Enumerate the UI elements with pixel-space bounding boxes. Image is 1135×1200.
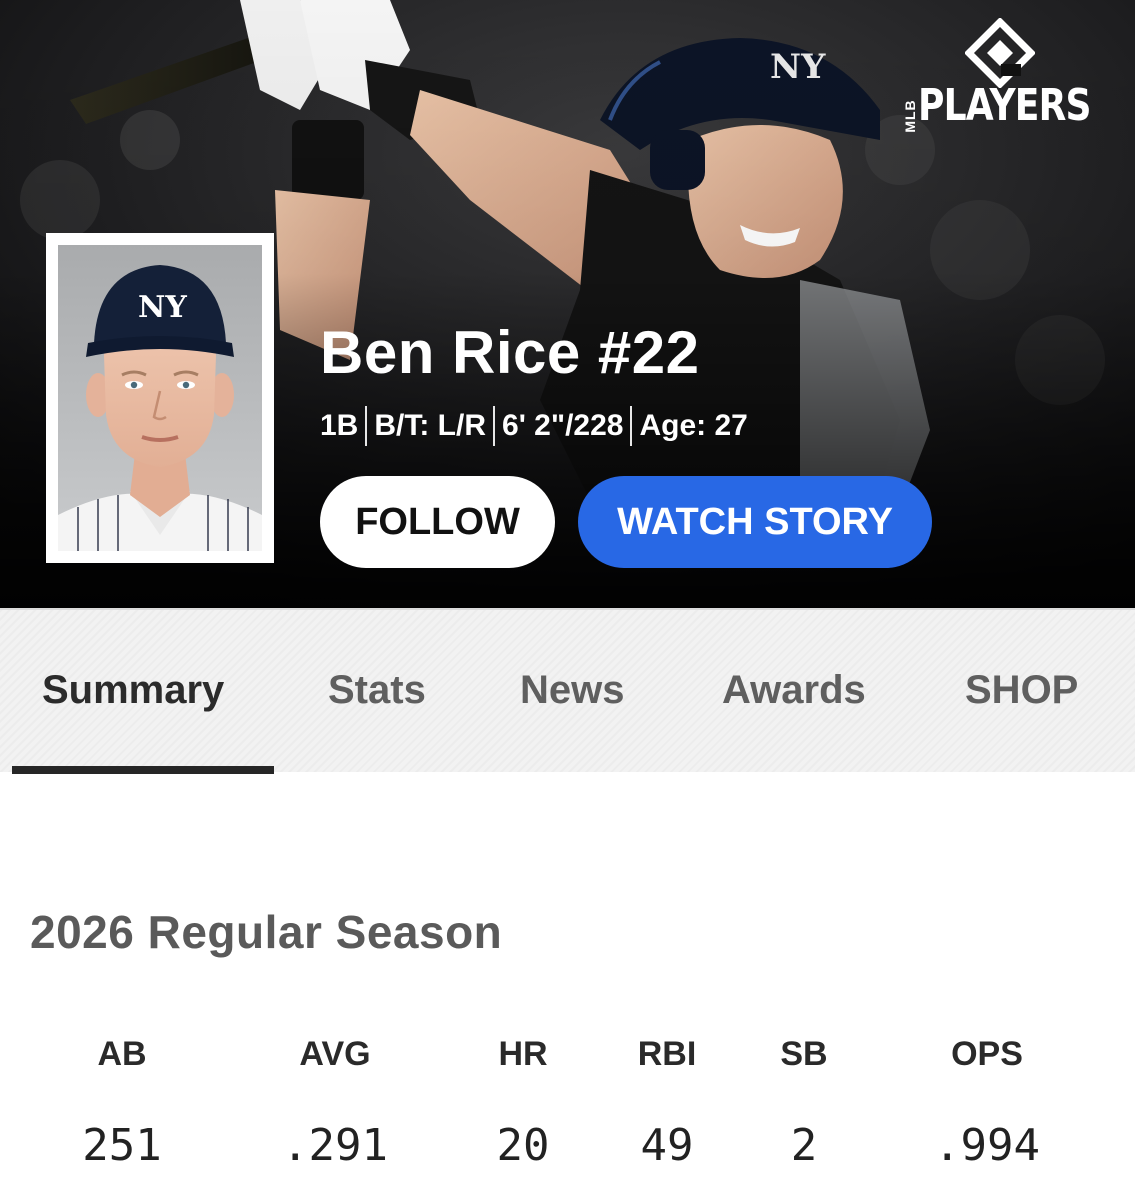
mlb-players-logo: MLB PLAYERS bbox=[900, 18, 1115, 133]
bio-position: 1B bbox=[320, 409, 359, 442]
bio-bats-throws: B/T: L/R bbox=[374, 409, 487, 442]
player-headshot: NY bbox=[46, 233, 274, 563]
stat-value: 251 bbox=[82, 1120, 162, 1171]
tab-bar: Summary Stats News Awards SHOP bbox=[0, 608, 1135, 774]
brand-small-text: MLB bbox=[902, 99, 918, 133]
bio-divider bbox=[365, 406, 368, 446]
tab-stats[interactable]: Stats bbox=[328, 668, 426, 713]
player-hero: NY MLB PLAYERS bbox=[0, 0, 1135, 608]
tab-news[interactable]: News bbox=[520, 668, 625, 713]
headshot-image: NY bbox=[58, 245, 262, 551]
stat-avg: AVG .291 bbox=[235, 1034, 435, 1171]
mlb-players-shield-icon bbox=[965, 18, 1035, 88]
season-title: 2026 Regular Season bbox=[30, 906, 503, 958]
tab-awards[interactable]: Awards bbox=[722, 668, 866, 713]
stat-value: .994 bbox=[934, 1120, 1040, 1171]
active-tab-indicator bbox=[12, 766, 274, 774]
tab-summary[interactable]: Summary bbox=[42, 668, 224, 713]
bio-divider bbox=[630, 406, 633, 446]
player-name: Ben Rice #22 bbox=[320, 319, 700, 386]
stat-label: SB bbox=[780, 1035, 828, 1073]
follow-button[interactable]: FOLLOW bbox=[320, 476, 555, 568]
watch-story-button[interactable]: WATCH STORY bbox=[578, 476, 932, 568]
stat-label: OPS bbox=[951, 1035, 1023, 1073]
stat-label: AVG bbox=[299, 1035, 371, 1073]
bio-divider bbox=[493, 406, 496, 446]
stat-label: AB bbox=[97, 1035, 147, 1073]
stat-ab: AB 251 bbox=[22, 1034, 222, 1171]
bio-height-weight: 6' 2"/228 bbox=[502, 409, 624, 442]
stat-ops: OPS .994 bbox=[887, 1034, 1087, 1171]
stat-value: 2 bbox=[790, 1120, 818, 1171]
player-bio: 1B B/T: L/R 6' 2"/228 Age: 27 bbox=[320, 406, 748, 446]
bio-age: Age: 27 bbox=[639, 409, 748, 442]
stat-value: .291 bbox=[282, 1120, 388, 1171]
svg-text:NY: NY bbox=[138, 290, 187, 325]
tab-shop[interactable]: SHOP bbox=[965, 668, 1078, 713]
brand-text: PLAYERS bbox=[918, 80, 1092, 131]
stat-sb: SB 2 bbox=[704, 1034, 904, 1171]
